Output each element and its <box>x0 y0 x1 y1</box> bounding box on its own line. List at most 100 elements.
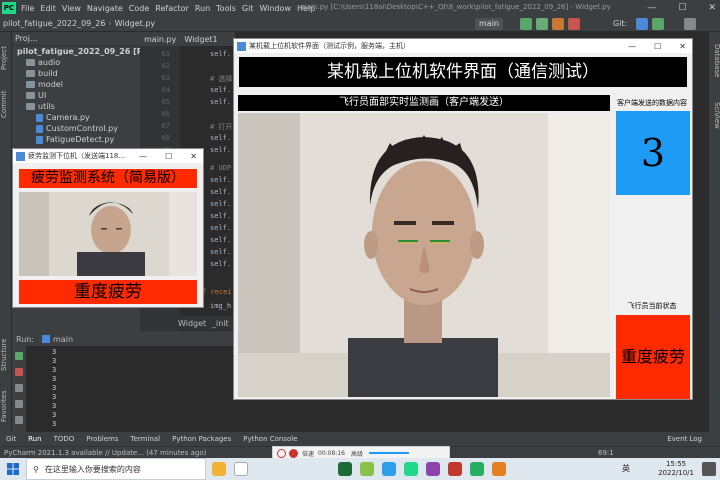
project-panel-header[interactable]: Proj... <box>12 32 140 46</box>
tool-tab-todo[interactable]: TODO <box>48 435 81 443</box>
received-data-value: 3 <box>616 111 690 195</box>
stop-icon[interactable] <box>568 18 580 30</box>
python-file-icon <box>36 124 43 133</box>
menu-code[interactable]: Code <box>126 4 152 13</box>
excel-icon[interactable] <box>338 462 352 476</box>
volume-slider[interactable] <box>368 452 409 454</box>
playback-extra[interactable]: 高级 <box>351 449 363 458</box>
search-everywhere-icon[interactable] <box>684 18 696 30</box>
tree-item[interactable]: CustomControl.py <box>12 123 140 134</box>
tab-project[interactable]: Project <box>0 38 12 78</box>
tool-tab-terminal[interactable]: Terminal <box>125 435 167 443</box>
code-breadcrumb-class[interactable]: Widget <box>178 319 206 328</box>
print-icon[interactable] <box>15 400 23 408</box>
minimize-icon[interactable]: — <box>647 0 656 16</box>
qt-creator-icon[interactable] <box>360 462 374 476</box>
menu-git[interactable]: Git <box>239 4 257 13</box>
code-breadcrumb-method[interactable]: _init <box>212 319 229 328</box>
branch-selector[interactable]: main <box>475 18 503 30</box>
tool-tab-git[interactable]: Git <box>0 435 22 443</box>
folder-icon <box>26 103 35 110</box>
chat-app-icon[interactable] <box>382 462 396 476</box>
taskbar-search[interactable]: ⚲ 在这里输入你要搜索的内容 <box>26 458 206 480</box>
tree-item-label: Camera.py <box>46 113 90 122</box>
pycharm-logo-icon: PC <box>2 2 16 14</box>
menu-window[interactable]: Window <box>256 4 294 13</box>
playback-speed[interactable]: 倍速 <box>302 449 314 458</box>
tree-item[interactable]: audio <box>12 57 140 68</box>
tab-structure[interactable]: Structure <box>0 332 12 378</box>
git-update-icon[interactable] <box>636 18 648 30</box>
taskbar-clock[interactable]: 15:55 2022/10/1 <box>658 460 694 478</box>
tool-tab-run[interactable]: Run <box>22 435 47 443</box>
menu-edit[interactable]: Edit <box>37 4 59 13</box>
tab-commit[interactable]: Commit <box>0 84 12 124</box>
tab-favorites[interactable]: Favorites <box>0 384 12 428</box>
line-number: 66 <box>161 110 170 118</box>
breadcrumb-project[interactable]: pilot_fatigue_2022_09_26 <box>0 19 108 28</box>
start-button[interactable] <box>0 458 26 480</box>
menu-view[interactable]: View <box>59 4 84 13</box>
close-icon[interactable]: ✕ <box>708 0 716 16</box>
tree-root[interactable]: pilot_fatigue_2022_09_26 [Py <box>12 46 148 57</box>
git-commit-icon[interactable] <box>652 18 664 30</box>
coverage-icon[interactable] <box>552 18 564 30</box>
run-config-tab[interactable]: main <box>53 335 73 344</box>
wechat-icon[interactable] <box>470 462 484 476</box>
code-line: self. <box>210 50 232 58</box>
pause-icon[interactable] <box>277 448 286 458</box>
tool-tab-event-log[interactable]: Event Log <box>661 435 720 443</box>
rerun-icon[interactable] <box>15 352 23 360</box>
trash-icon[interactable] <box>15 416 23 424</box>
menu-navigate[interactable]: Navigate <box>84 4 126 13</box>
tree-item[interactable]: UI <box>12 90 140 101</box>
input-language[interactable]: 英 <box>622 463 630 474</box>
tree-item[interactable]: Camera.py <box>12 112 140 123</box>
editor-tab-widget[interactable]: Widget1 <box>180 35 221 44</box>
stop-icon[interactable] <box>289 448 298 458</box>
menu-refactor[interactable]: Refactor <box>152 4 192 13</box>
line-number: 68 <box>161 134 170 142</box>
ide-window-title: main.py [C:\Users\118ai\Desktop\C++_Qt\8… <box>300 3 611 11</box>
recorder-icon[interactable] <box>448 462 462 476</box>
main-window-title: 某机载上位机软件界面（测试示例，服务端，主机） <box>249 42 410 50</box>
minimize-icon[interactable]: — <box>628 42 636 51</box>
tree-item[interactable]: utils <box>12 101 140 112</box>
scroll-icon[interactable] <box>15 384 23 392</box>
tree-item[interactable]: FatigueDetect.py <box>12 134 140 145</box>
notification-icon[interactable] <box>702 462 716 476</box>
tool-tab-python-console[interactable]: Python Console <box>237 435 303 443</box>
maximize-icon[interactable]: ☐ <box>165 152 172 161</box>
status-message[interactable]: PyCharm 2021.1.3 available // Update... … <box>0 449 206 457</box>
onenote-icon[interactable] <box>426 462 440 476</box>
explorer-icon[interactable] <box>492 462 506 476</box>
clock-time: 15:55 <box>665 460 687 468</box>
tool-tab-python-packages[interactable]: Python Packages <box>166 435 237 443</box>
close-icon[interactable]: ✕ <box>190 152 197 161</box>
code-line: self. <box>210 134 232 142</box>
pycharm-icon[interactable] <box>404 462 418 476</box>
stop-icon[interactable] <box>15 368 23 376</box>
app-icon <box>237 41 246 51</box>
menu-file[interactable]: File <box>18 4 37 13</box>
editor-tab-main[interactable]: main.py <box>140 35 180 44</box>
maximize-icon[interactable]: ☐ <box>678 0 686 16</box>
taskbar-app-icon[interactable] <box>212 462 226 476</box>
caret-position[interactable]: 69:1 <box>598 449 614 457</box>
tool-tab-problems[interactable]: Problems <box>80 435 124 443</box>
run-icon[interactable] <box>520 18 532 30</box>
maximize-icon[interactable]: ☐ <box>654 42 661 51</box>
close-icon[interactable]: ✕ <box>679 42 686 51</box>
python-file-icon <box>36 113 43 122</box>
tab-database[interactable]: Database <box>709 40 720 82</box>
menu-tools[interactable]: Tools <box>213 4 239 13</box>
minimize-icon[interactable]: — <box>139 152 147 161</box>
tree-item[interactable]: build <box>12 68 140 79</box>
tree-item[interactable]: model <box>12 79 140 90</box>
breadcrumb-file[interactable]: Widget.py <box>112 19 159 28</box>
code-line: self. <box>210 224 232 232</box>
task-view-icon[interactable] <box>234 462 248 476</box>
menu-run[interactable]: Run <box>192 4 213 13</box>
debug-icon[interactable] <box>536 18 548 30</box>
tab-sciview[interactable]: SciView <box>709 94 720 136</box>
